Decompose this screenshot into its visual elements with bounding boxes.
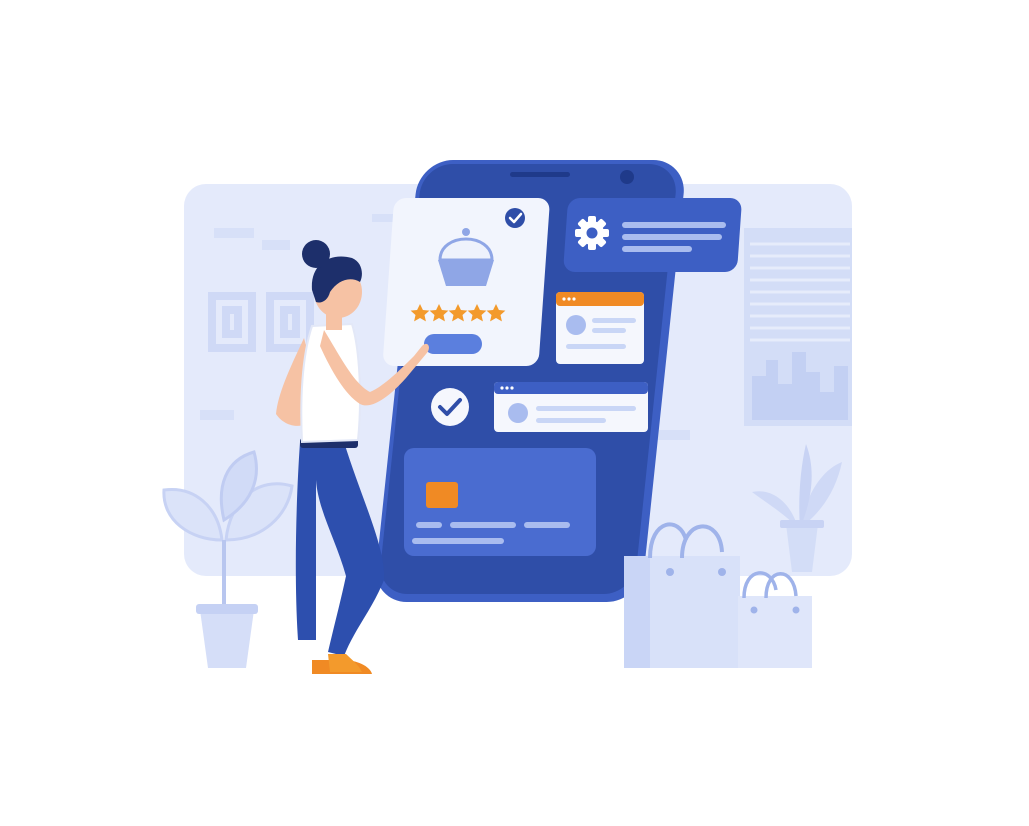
notification-card xyxy=(494,382,648,432)
card-chip xyxy=(426,482,458,508)
credit-card xyxy=(404,448,596,556)
gear-icon xyxy=(575,216,609,250)
check-badge-icon xyxy=(431,388,469,426)
check-icon xyxy=(505,208,525,228)
browser-card-orange xyxy=(556,292,644,364)
shopping-app-illustration xyxy=(162,160,852,674)
phone-speaker xyxy=(510,172,570,177)
buy-button[interactable] xyxy=(424,334,482,354)
shopping-bag-icon xyxy=(738,571,812,668)
right-lined-panel xyxy=(744,228,852,426)
hair-bun xyxy=(302,240,330,268)
product-card xyxy=(383,198,550,366)
settings-card xyxy=(563,198,742,272)
phone-camera xyxy=(620,170,634,184)
